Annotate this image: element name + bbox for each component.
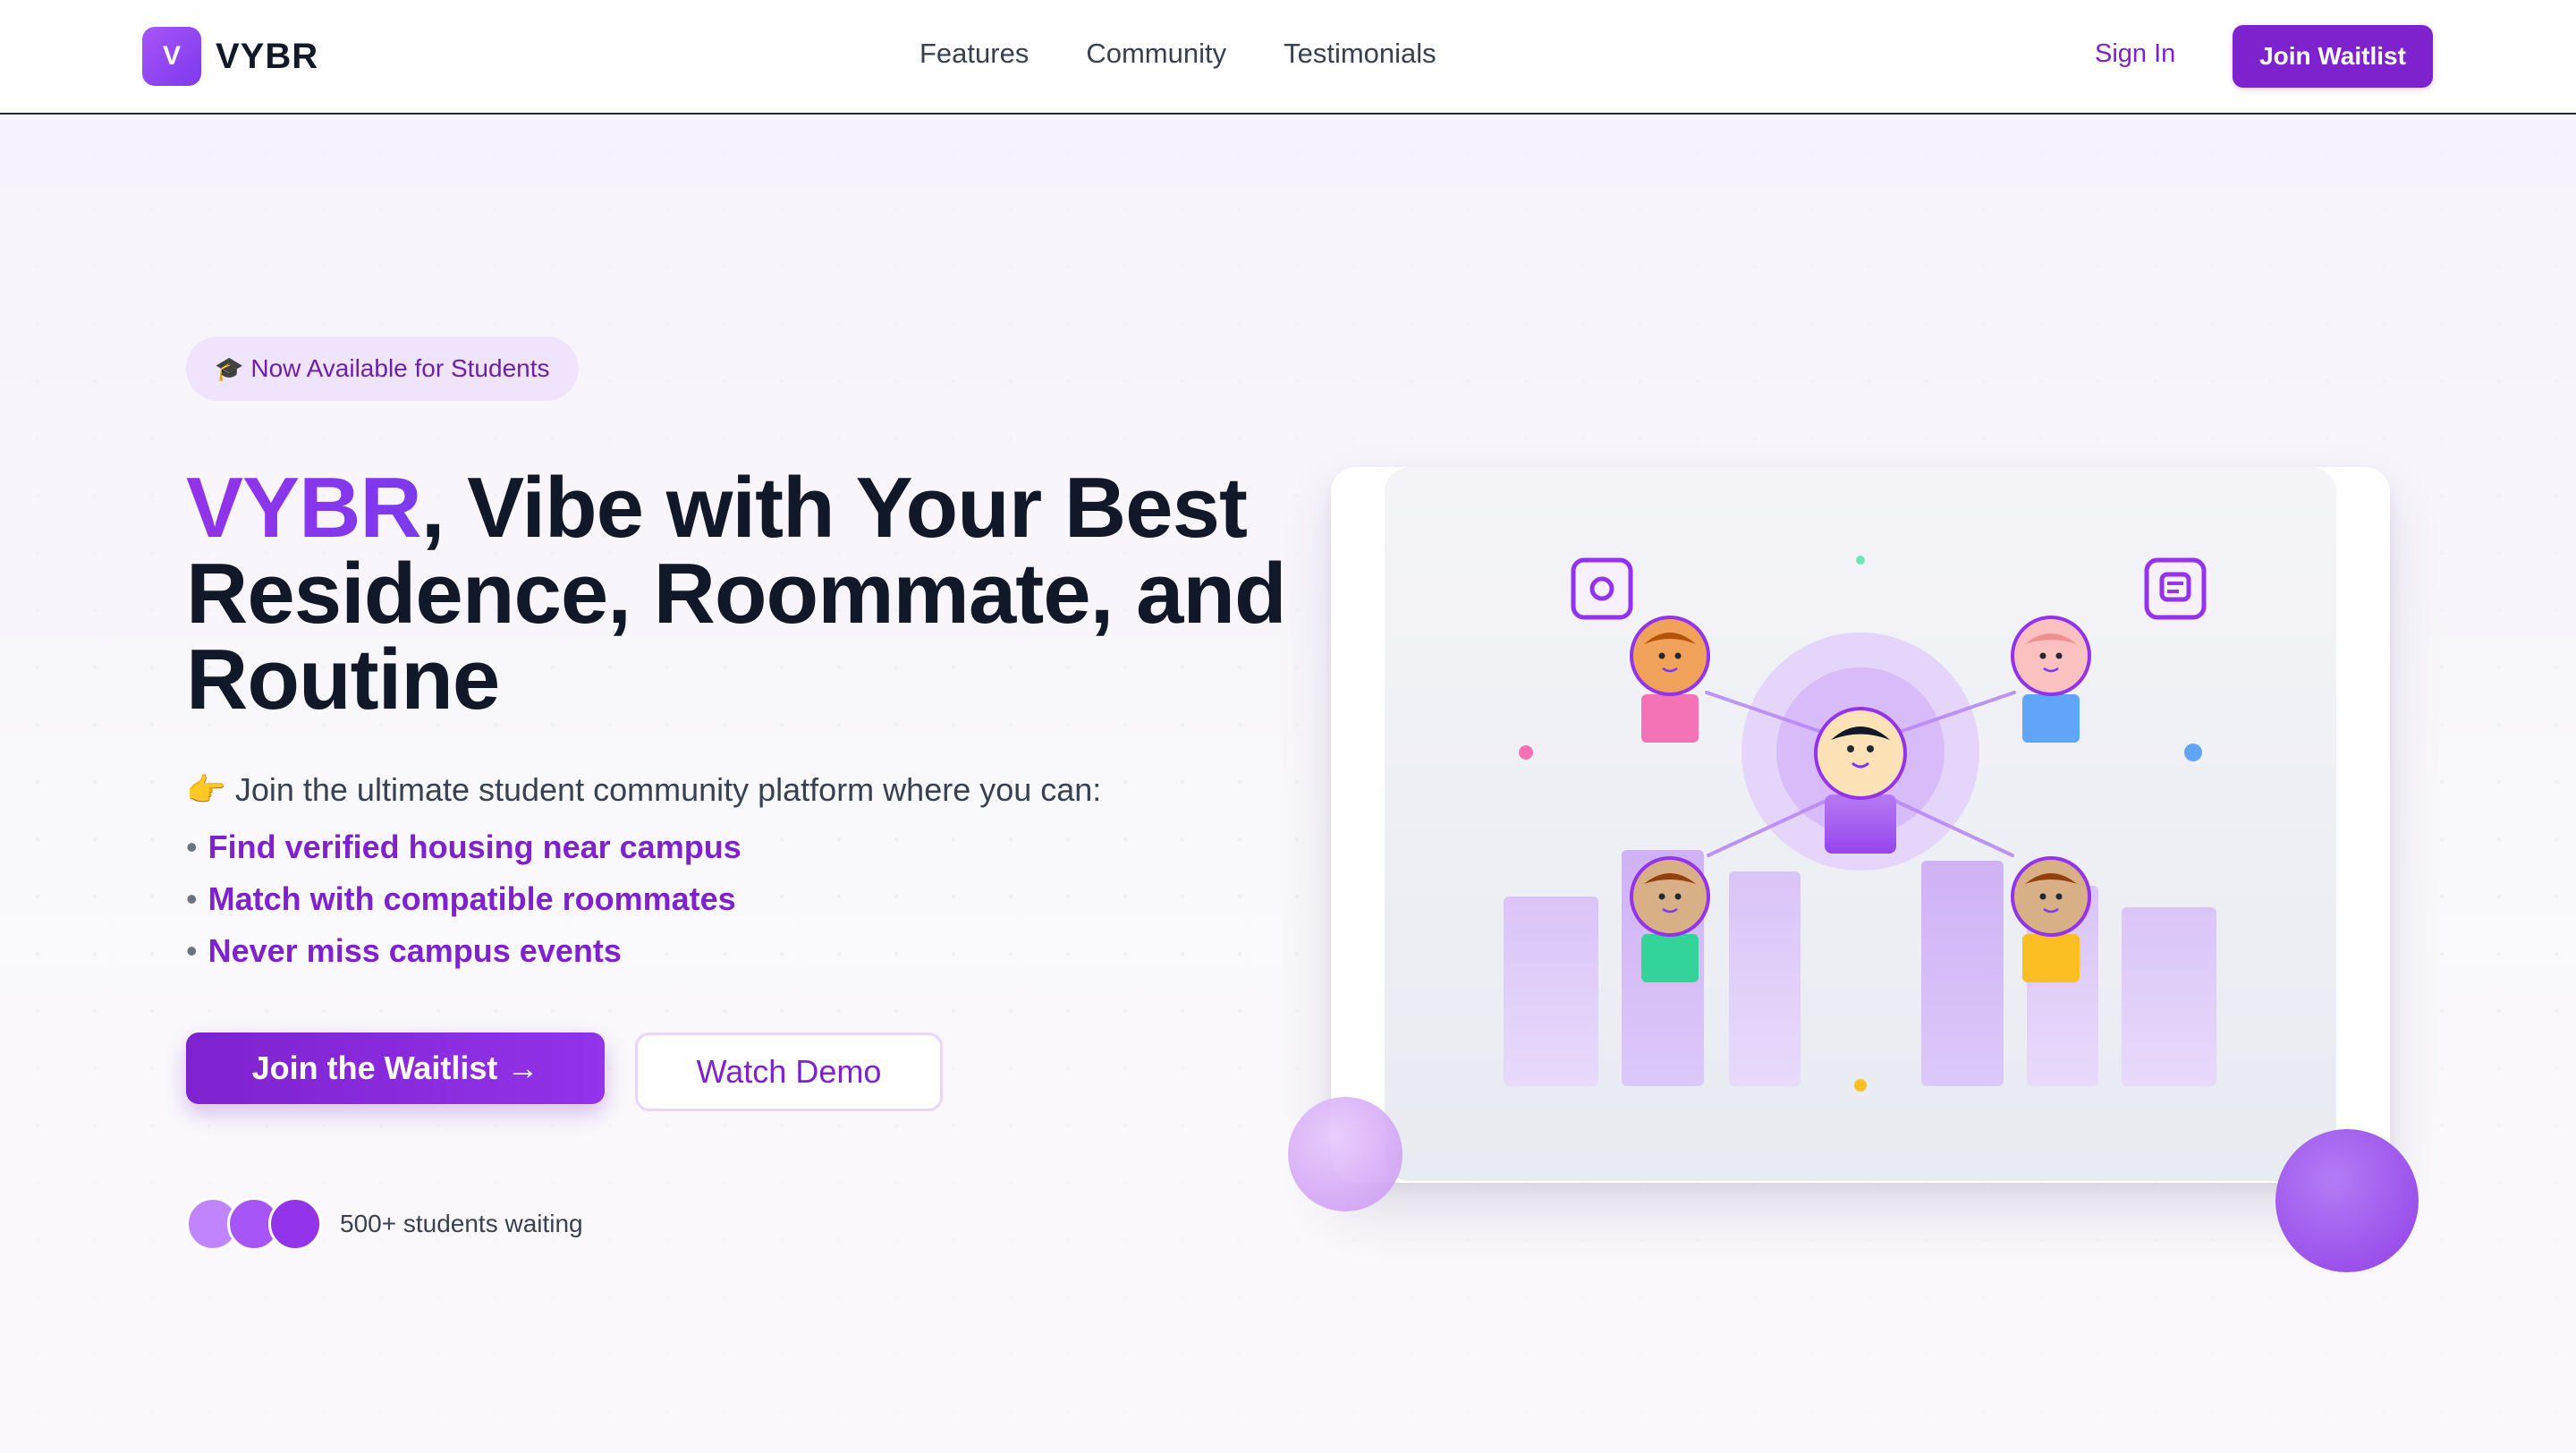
decor-dot	[1854, 1079, 1867, 1092]
nav-link-community[interactable]: Community	[1086, 38, 1226, 70]
hero-headline: VYBR, Vibe with Your Best Residence, Roo…	[186, 465, 1295, 723]
bullet-dot-icon: •	[186, 932, 198, 969]
join-the-waitlist-button[interactable]: Join the Waitlist →	[186, 1032, 605, 1104]
waiting-students: 500+ students waiting	[186, 1197, 583, 1251]
nav-links: Features Community Testimonials	[919, 38, 1436, 70]
student-avatar-icon	[1630, 856, 1710, 982]
list-item: • Never miss campus events	[186, 932, 622, 969]
student-avatar-icon	[2011, 856, 2091, 982]
student-avatar-icon	[1630, 616, 1710, 743]
nav-link-testimonials[interactable]: Testimonials	[1284, 38, 1436, 70]
pointing-hand-icon: 👉	[186, 771, 226, 808]
graduation-cap-icon: 🎓	[215, 354, 244, 382]
badge-text: Now Available for Students	[250, 354, 550, 382]
decor-bubble	[1288, 1097, 1402, 1211]
bullet-dot-icon: •	[186, 880, 198, 917]
list-item: • Match with compatible roommates	[186, 880, 736, 917]
join-waitlist-button[interactable]: Join Waitlist	[2233, 25, 2433, 88]
waiting-count-text: 500+ students waiting	[340, 1210, 583, 1237]
building-bar	[1921, 861, 2004, 1086]
watch-demo-button[interactable]: Watch Demo	[635, 1032, 943, 1111]
instagram-icon	[1571, 557, 1633, 620]
student-avatar-icon	[2011, 616, 2091, 743]
avatar	[268, 1197, 322, 1251]
headline-brand: VYBR	[186, 460, 422, 556]
intro-text: Join the ultimate student community plat…	[234, 771, 1102, 808]
top-navbar: V VYBR Features Community Testimonials S…	[0, 0, 2576, 115]
decor-dot	[1519, 745, 1533, 760]
student-avatar-icon	[1814, 707, 1907, 854]
logo-text: VYBR	[216, 36, 319, 76]
building-bar	[2122, 907, 2216, 1086]
decor-dot	[2184, 743, 2202, 761]
list-item: • Find verified housing near campus	[186, 828, 741, 865]
availability-badge: 🎓 Now Available for Students	[186, 336, 579, 401]
decor-dot	[1856, 556, 1865, 565]
community-illustration	[1504, 556, 2216, 1092]
message-icon	[2144, 557, 2207, 620]
building-bar	[1729, 871, 1801, 1086]
decor-bubble	[2275, 1129, 2419, 1272]
logo-mark-icon: V	[142, 27, 201, 86]
nav-link-features[interactable]: Features	[919, 38, 1029, 70]
bullet-dot-icon: •	[186, 828, 198, 865]
logo[interactable]: V VYBR	[142, 27, 318, 86]
feature-bullets: • Find verified housing near campus • Matc…	[186, 821, 741, 977]
sign-in-link[interactable]: Sign In	[2095, 39, 2175, 69]
building-bar	[1504, 896, 1598, 1086]
hero-intro: 👉 Join the ultimate student community pl…	[186, 771, 1101, 809]
building-bars	[1504, 850, 2216, 1086]
